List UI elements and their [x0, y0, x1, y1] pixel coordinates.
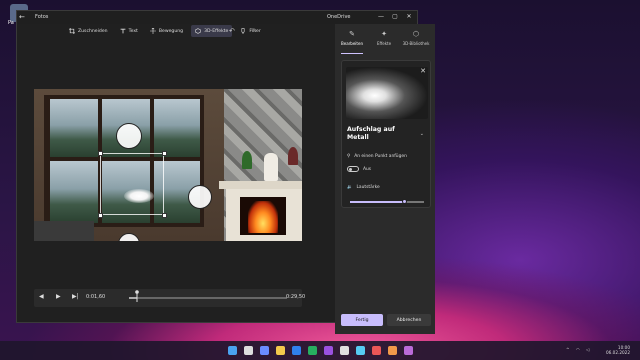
anchor-icon: ⚲ — [347, 154, 351, 159]
volume-fill — [350, 201, 405, 203]
effects-panel: ✎ Bearbeiten ✦ Effekte ⬡ 3D-Bibliothek ✕… — [335, 24, 435, 334]
window-pane — [50, 161, 98, 223]
account-label[interactable]: OneDrive — [327, 14, 351, 20]
anchor-label: An einen Punkt anfügen — [354, 154, 407, 159]
crop-button[interactable]: Zuschneiden — [65, 25, 112, 37]
text-icon — [120, 28, 125, 34]
anchor-toggle-row: Aus — [347, 166, 371, 172]
effects-icon: ✦ — [381, 30, 387, 38]
filter-icon — [241, 28, 245, 34]
resize-handle[interactable] — [162, 213, 167, 218]
tab-indicator — [341, 53, 363, 54]
window-pane — [50, 99, 98, 157]
plant-right — [288, 147, 298, 165]
sofa — [34, 221, 94, 241]
text-button[interactable]: Text — [116, 25, 142, 37]
app-icon[interactable] — [388, 346, 397, 355]
resize-handle[interactable] — [98, 151, 103, 156]
motion-icon — [149, 28, 156, 34]
explorer-icon[interactable] — [276, 346, 285, 355]
tray-overflow-icon[interactable]: ^ — [566, 347, 570, 352]
chevron-down-icon[interactable]: ⌄ — [420, 131, 424, 137]
network-icon[interactable]: ◠ — [576, 347, 580, 352]
app-title: Fotos — [35, 14, 49, 20]
tab-effekte[interactable]: ✦ Effekte — [369, 30, 399, 46]
store-icon[interactable] — [308, 346, 317, 355]
effect-card: ✕ Aufschlag auf Metall ⌄ ⚲ An einen Punk… — [341, 60, 431, 208]
clock-date: 06.02.2022 — [606, 350, 630, 355]
volume-knob[interactable] — [401, 199, 407, 204]
minimize-button[interactable]: — — [375, 12, 387, 22]
text-label: Text — [128, 28, 138, 34]
maximize-button[interactable]: ▢ — [389, 12, 401, 22]
edge-icon[interactable] — [292, 346, 301, 355]
crop-icon — [69, 28, 75, 34]
app-icon[interactable] — [340, 346, 349, 355]
toggle-state: Aus — [363, 166, 372, 172]
tab-label: Bearbeiten — [341, 41, 363, 46]
app-icon[interactable] — [372, 346, 381, 355]
timeline-scrubber[interactable] — [135, 290, 139, 302]
play-icon[interactable]: ▶ — [56, 293, 61, 300]
pencil-icon: ✎ — [349, 30, 355, 38]
previous-frame-icon[interactable]: ◀ — [39, 293, 44, 300]
app-icon[interactable] — [404, 346, 413, 355]
volume-row: 🔉 Lautstärke — [347, 185, 380, 190]
tab-label: 3D-Bibliothek — [402, 41, 430, 46]
motion-button[interactable]: Bewegung — [146, 25, 187, 37]
timeline-track[interactable] — [129, 290, 287, 302]
photos-window: ← Fotos OneDrive — ▢ ✕ Zuschneiden Text … — [16, 10, 435, 334]
volume-icon[interactable]: ◁ — [586, 347, 589, 352]
plant-left — [242, 151, 252, 169]
3d-library-icon: ⬡ — [412, 30, 420, 38]
speaker-icon: 🔉 — [347, 185, 353, 190]
3d-effects-label: 3D-Effekte — [204, 28, 229, 34]
close-button[interactable]: ✕ — [403, 12, 415, 22]
anchor-row: ⚲ An einen Punkt anfügen — [347, 154, 407, 159]
3d-effects-icon — [195, 28, 201, 34]
resize-handle[interactable] — [162, 151, 167, 156]
end-time: 0:29,50 — [286, 294, 306, 300]
desktop-shortcut-label: Pa — [8, 20, 14, 26]
undo-icon[interactable]: ↶ — [229, 27, 235, 35]
tab-label: Effekte — [376, 41, 392, 46]
volume-slider[interactable] — [350, 199, 424, 204]
done-button[interactable]: Fertig — [341, 314, 383, 326]
volume-label: Lautstärke — [356, 185, 380, 190]
start-icon[interactable] — [228, 346, 237, 355]
close-icon[interactable]: ✕ — [420, 67, 426, 75]
motion-label: Bewegung — [158, 28, 184, 34]
tab-bearbeiten[interactable]: ✎ Bearbeiten — [337, 30, 367, 46]
crop-label: Zuschneiden — [78, 28, 108, 34]
window-pane — [154, 99, 200, 157]
effect-selection-box[interactable] — [100, 153, 164, 215]
title-bar: ← Fotos OneDrive — ▢ ✕ — [17, 11, 417, 24]
search-icon[interactable] — [244, 346, 253, 355]
statue — [264, 153, 278, 181]
effect-thumbnail — [346, 67, 428, 119]
clock[interactable]: 10:00 06.02.2022 — [600, 345, 630, 355]
redo-icon[interactable]: ↷ — [251, 27, 257, 35]
rotate-control-icon[interactable] — [116, 123, 142, 149]
photos-icon[interactable] — [324, 346, 333, 355]
tab-3d-bibliothek[interactable]: ⬡ 3D-Bibliothek — [401, 30, 431, 46]
resize-handle[interactable] — [98, 213, 103, 218]
taskbar: ^ ◠ ◁ 10:00 06.02.2022 — [0, 341, 640, 360]
effect-title: Aufschlag auf Metall — [347, 126, 395, 141]
task-view-icon[interactable] — [260, 346, 269, 355]
fire — [248, 201, 278, 233]
scene-background — [34, 89, 302, 241]
current-time: 0:01,60 — [86, 294, 106, 300]
cancel-button[interactable]: Abbrechen — [387, 314, 431, 326]
video-preview[interactable] — [34, 89, 302, 241]
anchor-toggle[interactable] — [347, 166, 359, 172]
next-frame-icon[interactable]: ▶| — [72, 293, 79, 300]
mantel — [219, 181, 302, 189]
playback-bar: ◀ ▶ ▶| 0:01,60 0:29,50 — [34, 289, 306, 307]
3d-effects-button[interactable]: 3D-Effekte — [191, 25, 233, 37]
tilt-control-icon[interactable] — [188, 185, 212, 209]
app-icon[interactable] — [356, 346, 365, 355]
back-arrow-icon[interactable]: ← — [19, 13, 27, 21]
